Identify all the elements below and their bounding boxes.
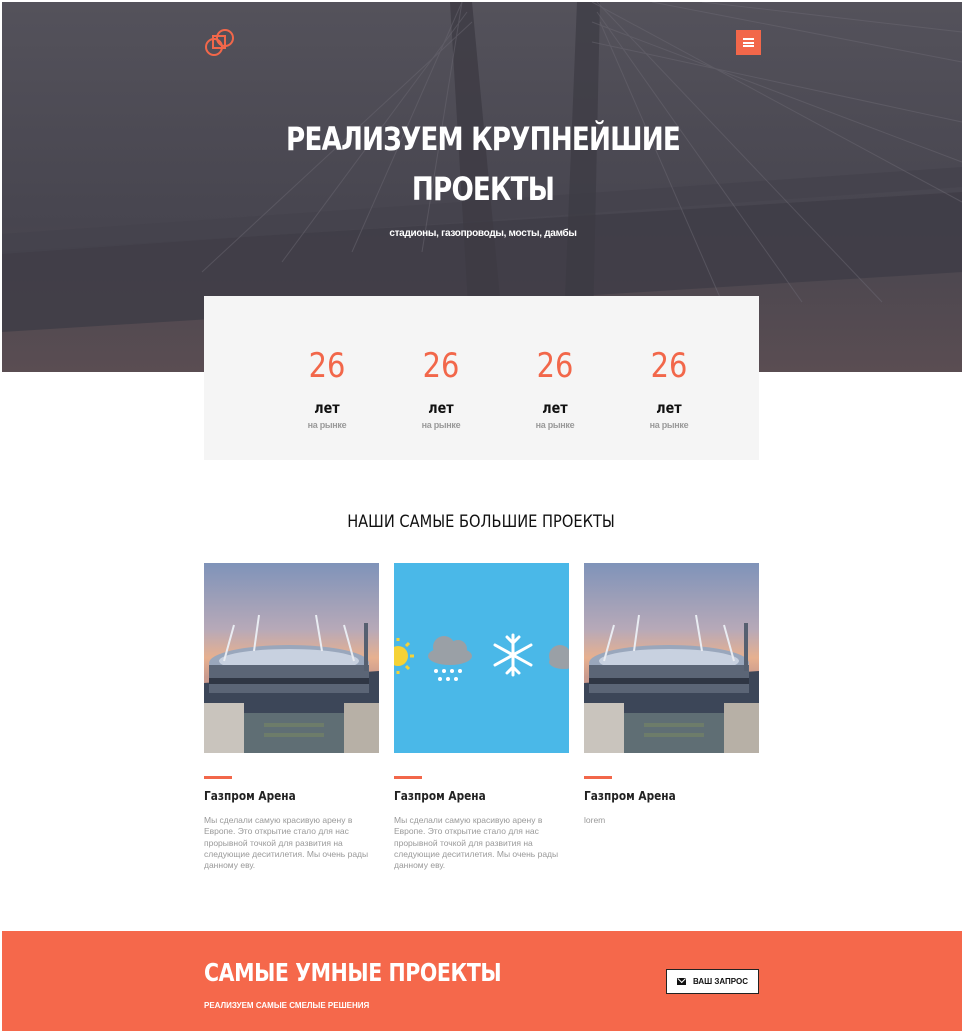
hero-title-line2: ПРОЕКТЫ xyxy=(411,170,555,208)
cta-title: САМЫЕ УМНЫЕ ПРОЕКТЫ xyxy=(204,958,502,987)
menu-button[interactable] xyxy=(736,30,761,55)
weather-icons-image[interactable] xyxy=(394,563,569,753)
stat-label: на рынке xyxy=(649,420,689,430)
stat-unit: лет xyxy=(314,399,340,417)
card-accent-line xyxy=(394,776,422,779)
envelope-icon xyxy=(676,978,686,985)
card-description: lorem xyxy=(584,815,606,825)
logo-icon[interactable] xyxy=(204,27,238,59)
stat-number: 26 xyxy=(422,346,460,386)
request-button-label: ВАШ ЗАПРОС xyxy=(692,977,749,986)
hamburger-icon xyxy=(743,38,754,47)
stat-label: на рынке xyxy=(535,420,575,430)
card-accent-line xyxy=(204,776,232,779)
hero-title: РЕАЛИЗУЕМ КРУПНЕЙШИЕ ПРОЕКТЫ xyxy=(89,114,878,214)
cta-subtitle: РЕАЛИЗУЕМ САМЫЕ СМЕЛЫЕ РЕШЕНИЯ xyxy=(204,1001,370,1010)
stat-number: 26 xyxy=(650,346,688,386)
stat-unit: лет xyxy=(656,399,682,417)
card-description: Мы сделали самую красивую арену в Европе… xyxy=(394,815,559,871)
stadium-photo[interactable] xyxy=(584,563,759,753)
hero-subtitle: стадионы, газопроводы, мосты, дамбы xyxy=(389,228,577,239)
card-accent-line xyxy=(584,776,612,779)
stat-number: 26 xyxy=(536,346,574,386)
stat-label: на рынке xyxy=(307,420,347,430)
stat-unit: лет xyxy=(542,399,568,417)
cta-band: САМЫЕ УМНЫЕ ПРОЕКТЫ РЕАЛИЗУЕМ САМЫЕ СМЕЛ… xyxy=(2,931,962,1031)
projects-heading: НАШИ САМЫЕ БОЛЬШИЕ ПРОЕКТЫ xyxy=(347,512,615,532)
card-title[interactable]: Газпром Арена xyxy=(204,789,358,803)
stadium-photo[interactable] xyxy=(204,563,379,753)
card-description: Мы сделали самую красивую арену в Европе… xyxy=(204,815,369,871)
request-button[interactable]: ВАШ ЗАПРОС xyxy=(666,969,759,994)
cloud-icon xyxy=(549,645,569,669)
hero-title-line1: РЕАЛИЗУЕМ КРУПНЕЙШИЕ xyxy=(286,120,681,158)
stats-panel: 26 лет на рынке 26 лет на рынке 26 лет н… xyxy=(204,296,759,460)
stat-number: 26 xyxy=(308,346,346,386)
stat-unit: лет xyxy=(428,399,454,417)
stat-label: на рынке xyxy=(421,420,461,430)
card-title[interactable]: Газпром Арена xyxy=(584,789,738,803)
card-title[interactable]: Газпром Арена xyxy=(394,789,548,803)
